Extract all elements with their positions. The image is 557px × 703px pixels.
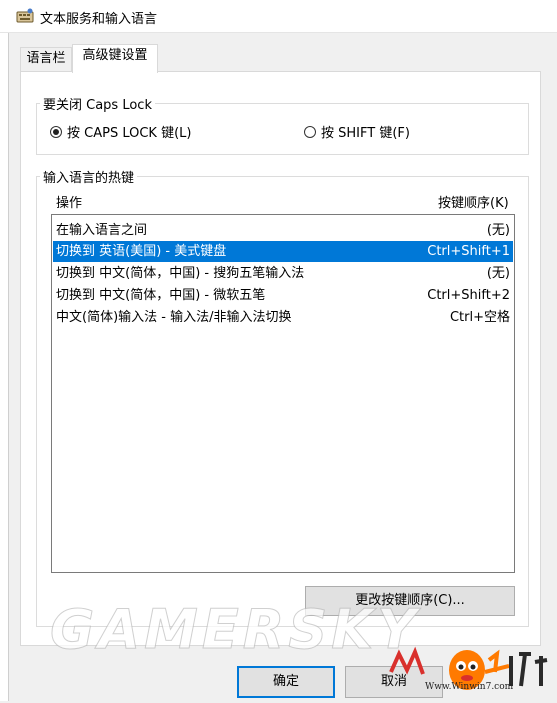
- background-window-edge: [0, 33, 9, 701]
- column-header-action: 操作: [56, 196, 83, 211]
- list-item[interactable]: 切换到 中文(简体，中国) - 微软五笔 Ctrl+Shift+2: [53, 285, 513, 306]
- ok-button[interactable]: 确定: [237, 666, 335, 698]
- list-item-keys: Ctrl+Shift+1: [427, 244, 510, 259]
- radio-caps-lock[interactable]: 按 CAPS LOCK 键(L): [50, 122, 191, 141]
- radio-shift[interactable]: 按 SHIFT 键(F): [304, 122, 410, 141]
- radio-selected-icon[interactable]: [50, 125, 62, 138]
- change-key-sequence-button[interactable]: 更改按键顺序(C)...: [305, 586, 515, 616]
- column-header-keys: 按键顺序(K): [438, 196, 509, 211]
- radio-unselected-icon[interactable]: [304, 125, 316, 138]
- list-item[interactable]: 中文(简体)输入法 - 输入法/非输入法切换 Ctrl+空格: [53, 307, 513, 328]
- list-item-action: 切换到 中文(简体，中国) - 搜狗五笔输入法: [56, 266, 305, 281]
- list-item-action: 在输入语言之间: [56, 223, 148, 238]
- title-bar: 文本服务和输入语言: [0, 0, 557, 33]
- radio-caps-lock-label: 按 CAPS LOCK 键(L): [67, 126, 192, 141]
- list-item-keys: (无): [486, 266, 510, 281]
- keyboard-settings-icon: [16, 8, 34, 23]
- list-item-action: 切换到 中文(简体，中国) - 微软五笔: [56, 288, 266, 303]
- hotkeys-group-label: 输入语言的热键: [40, 167, 138, 186]
- radio-shift-label: 按 SHIFT 键(F): [321, 126, 410, 141]
- list-item-keys: Ctrl+Shift+2: [427, 288, 510, 303]
- caps-lock-group-label: 要关闭 Caps Lock: [40, 94, 155, 113]
- list-item[interactable]: 切换到 中文(简体，中国) - 搜狗五笔输入法 (无): [53, 263, 513, 284]
- site-url: Www.Winwin7.com: [425, 682, 514, 692]
- list-item-selected[interactable]: 切换到 英语(美国) - 美式键盘 Ctrl+Shift+1: [53, 241, 513, 262]
- tab-advanced-key-settings[interactable]: 高级键设置: [72, 44, 158, 73]
- window-title: 文本服务和输入语言: [40, 12, 158, 27]
- hotkey-list[interactable]: 在输入语言之间 (无) 切换到 英语(美国) - 美式键盘 Ctrl+Shift…: [51, 214, 515, 573]
- list-item-action: 中文(简体)输入法 - 输入法/非输入法切换: [56, 310, 292, 325]
- tab-language-bar[interactable]: 语言栏: [20, 47, 72, 71]
- list-item-keys: Ctrl+空格: [449, 310, 510, 325]
- list-item-keys: (无): [486, 223, 510, 238]
- list-item[interactable]: 在输入语言之间 (无): [53, 220, 513, 241]
- list-item-action: 切换到 英语(美国) - 美式键盘: [56, 244, 227, 259]
- site-logo: Www.Winwin7.com: [385, 642, 555, 700]
